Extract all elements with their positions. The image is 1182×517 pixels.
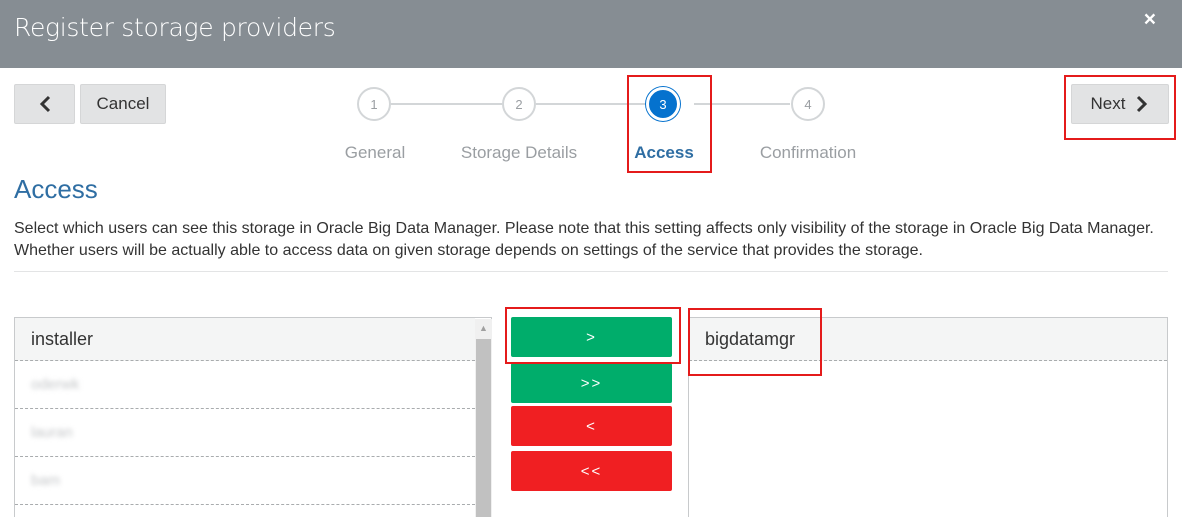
step-3-label: Access (634, 143, 694, 162)
list-item-label: oderwk (31, 376, 80, 393)
list-item[interactable]: bigdatamgr (689, 318, 1167, 361)
scroll-thumb[interactable] (476, 339, 491, 517)
remove-all-button[interactable]: << (511, 451, 672, 491)
scroll-up-arrow-icon[interactable]: ▲ (475, 319, 492, 336)
divider (14, 271, 1168, 272)
chevron-left-icon (39, 95, 50, 113)
step-connector (536, 103, 647, 105)
cancel-button[interactable]: Cancel (80, 84, 166, 124)
step-2-label: Storage Details (460, 143, 578, 162)
list-item[interactable]: bam (15, 457, 475, 505)
section-title: Access (14, 174, 98, 204)
step-connector (694, 103, 790, 105)
list-item[interactable]: lauran (15, 409, 475, 457)
add-selected-button[interactable]: > (511, 317, 672, 357)
list-item-label: bam (31, 472, 61, 489)
dialog-titlebar: Register storage providers × (0, 0, 1182, 68)
step-4-circle[interactable]: 4 (791, 87, 825, 121)
list-item[interactable]: oderwk (15, 361, 475, 409)
remove-selected-button[interactable]: < (511, 406, 672, 446)
chevron-right-icon (1137, 95, 1148, 113)
next-button-label: Next (1090, 94, 1126, 113)
section-description: Select which users can see this storage … (14, 220, 1154, 259)
back-button[interactable] (14, 84, 75, 124)
step-4-label: Confirmation (759, 143, 857, 162)
add-all-button[interactable]: >> (511, 363, 672, 403)
selected-users-list[interactable]: bigdatamgr (688, 317, 1168, 517)
list-scrollbar[interactable]: ▲ (475, 319, 492, 517)
next-button[interactable]: Next (1071, 84, 1169, 124)
close-icon[interactable]: × (1144, 8, 1156, 32)
step-2-circle[interactable]: 2 (502, 87, 536, 121)
step-1-label: General (344, 143, 406, 162)
dialog-title: Register storage providers (14, 13, 336, 42)
step-3-circle[interactable]: 3 (646, 87, 680, 121)
step-connector (391, 103, 502, 105)
list-item[interactable]: installer (15, 318, 475, 361)
list-item-label: lauran (31, 424, 73, 441)
step-1-circle[interactable]: 1 (357, 87, 391, 121)
available-users-list[interactable]: installer oderwk lauran bam (14, 317, 492, 517)
